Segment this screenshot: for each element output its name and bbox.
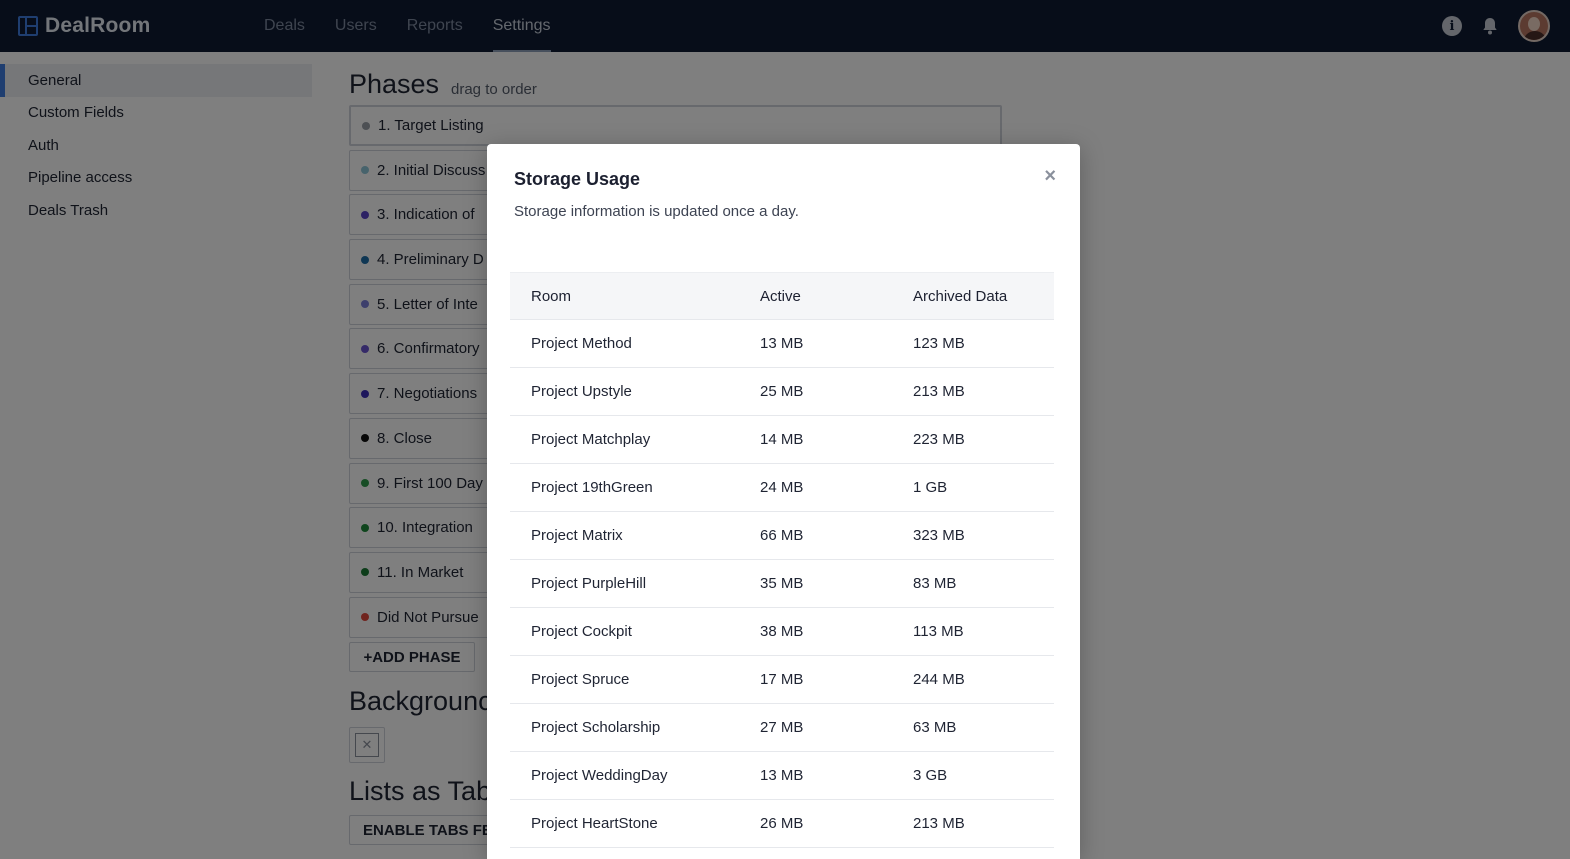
- column-header-active[interactable]: Active: [760, 288, 913, 305]
- modal-subtitle: Storage information is updated once a da…: [514, 203, 799, 220]
- archived-cell: 244 MB: [913, 671, 965, 688]
- room-cell: Project Matchplay: [531, 431, 651, 448]
- archived-cell: 1 GB: [913, 479, 948, 496]
- close-icon[interactable]: ×: [1044, 166, 1056, 186]
- room-cell: Project Scholarship: [531, 719, 661, 736]
- room-cell: Project Cockpit: [531, 623, 632, 640]
- room-cell: Project 19thGreen: [531, 479, 653, 496]
- room-cell: Project WeddingDay: [531, 767, 668, 784]
- room-cell: Project HeartStone: [531, 815, 658, 832]
- active-cell: 35 MB: [760, 575, 804, 592]
- room-cell: Project Method: [531, 335, 632, 352]
- table-row: Project Spruce 17 MB 244 MB: [510, 656, 1054, 704]
- table-header-row: Room Active Archived Data: [510, 272, 1054, 320]
- active-cell: 14 MB: [760, 431, 804, 448]
- archived-cell: 3 GB: [913, 767, 948, 784]
- table-row: Project Upstyle 25 MB 213 MB: [510, 368, 1054, 416]
- room-cell: Project PurpleHill: [531, 575, 647, 592]
- active-cell: 25 MB: [760, 383, 804, 400]
- archived-cell: 323 MB: [913, 527, 965, 544]
- archived-cell: 213 MB: [913, 383, 965, 400]
- archived-cell: 213 MB: [913, 815, 965, 832]
- active-cell: 13 MB: [760, 767, 804, 784]
- column-header-room[interactable]: Room: [510, 288, 760, 305]
- archived-cell: 63 MB: [913, 719, 957, 736]
- active-cell: 26 MB: [760, 815, 804, 832]
- archived-cell: 83 MB: [913, 575, 957, 592]
- archived-cell: 113 MB: [913, 623, 964, 640]
- table-row: Project Matchplay 14 MB 223 MB: [510, 416, 1054, 464]
- active-cell: 38 MB: [760, 623, 804, 640]
- room-cell: Project Upstyle: [531, 383, 632, 400]
- table-row: Project WeddingDay 13 MB 3 GB: [510, 752, 1054, 800]
- storage-usage-modal: Storage Usage Storage information is upd…: [487, 144, 1080, 859]
- table-row: Project Cockpit 38 MB 113 MB: [510, 608, 1054, 656]
- storage-table: Room Active Archived Data Project Method…: [510, 272, 1054, 848]
- active-cell: 27 MB: [760, 719, 804, 736]
- table-row: Project HeartStone 26 MB 213 MB: [510, 800, 1054, 848]
- room-cell: Project Spruce: [531, 671, 630, 688]
- table-row: Project Scholarship 27 MB 63 MB: [510, 704, 1054, 752]
- active-cell: 66 MB: [760, 527, 804, 544]
- active-cell: 17 MB: [760, 671, 804, 688]
- column-header-archived[interactable]: Archived Data: [913, 288, 1054, 305]
- room-cell: Project Matrix: [531, 527, 623, 544]
- modal-title: Storage Usage: [514, 169, 641, 189]
- table-row: Project 19thGreen 24 MB 1 GB: [510, 464, 1054, 512]
- archived-cell: 223 MB: [913, 431, 965, 448]
- archived-cell: 123 MB: [913, 335, 965, 352]
- active-cell: 24 MB: [760, 479, 804, 496]
- table-row: Project PurpleHill 35 MB 83 MB: [510, 560, 1054, 608]
- table-row: Project Matrix 66 MB 323 MB: [510, 512, 1054, 560]
- table-row: Project Method 13 MB 123 MB: [510, 320, 1054, 368]
- active-cell: 13 MB: [760, 335, 804, 352]
